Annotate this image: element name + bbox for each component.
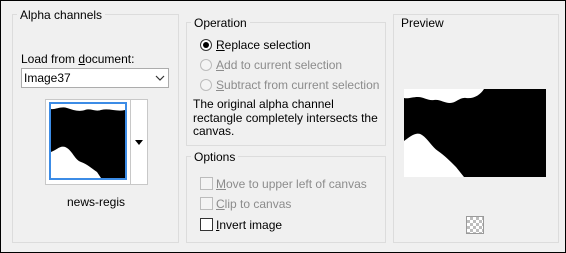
document-select-value: Image37 xyxy=(24,71,71,85)
load-selection-from-alpha-dialog: Alpha channels Load from document: Image… xyxy=(0,0,566,253)
add-to-selection-label[interactable]: Add to current selection xyxy=(216,58,342,72)
clip-to-canvas-checkbox[interactable] xyxy=(200,197,213,210)
channel-thumbnail[interactable] xyxy=(49,102,127,180)
channel-thumbnail-picker[interactable] xyxy=(45,99,131,185)
alpha-channels-title: Alpha channels xyxy=(17,8,106,22)
thumbnail-dropdown-button[interactable] xyxy=(131,99,148,185)
channel-name: news-regis xyxy=(67,195,126,209)
options-title: Options xyxy=(191,150,239,164)
operation-info-line-1: The original alpha channel xyxy=(193,97,334,111)
operation-info-line-3: canvas. xyxy=(193,124,235,138)
chevron-down-icon[interactable] xyxy=(152,69,168,87)
checkerboard-icon[interactable] xyxy=(466,216,484,234)
document-select[interactable]: Image37 xyxy=(21,68,169,88)
load-from-document-label: Load from document: xyxy=(21,52,134,66)
add-to-selection-radio[interactable] xyxy=(200,59,212,71)
triangle-down-icon xyxy=(135,139,143,145)
replace-selection-radio[interactable] xyxy=(200,39,212,51)
load-label-prefix: Load from xyxy=(21,52,79,66)
move-to-upper-left-checkbox[interactable] xyxy=(200,177,213,190)
subtract-from-selection-radio[interactable] xyxy=(200,79,212,91)
operation-title: Operation xyxy=(191,16,250,30)
load-label-suffix: ocument: xyxy=(85,52,135,66)
replace-selection-label[interactable]: Replace selection xyxy=(216,38,311,52)
preview-image xyxy=(404,89,546,177)
clip-to-canvas-label[interactable]: Clip to canvas xyxy=(216,197,291,211)
operation-info-line-2: rectangle completely intersects the xyxy=(193,111,378,125)
invert-image-checkbox[interactable] xyxy=(200,218,213,231)
subtract-from-selection-label[interactable]: Subtract from current selection xyxy=(216,78,379,92)
preview-title: Preview xyxy=(398,16,447,30)
move-to-upper-left-label[interactable]: Move to upper left of canvas xyxy=(216,177,367,191)
invert-image-label[interactable]: Invert image xyxy=(216,218,282,232)
